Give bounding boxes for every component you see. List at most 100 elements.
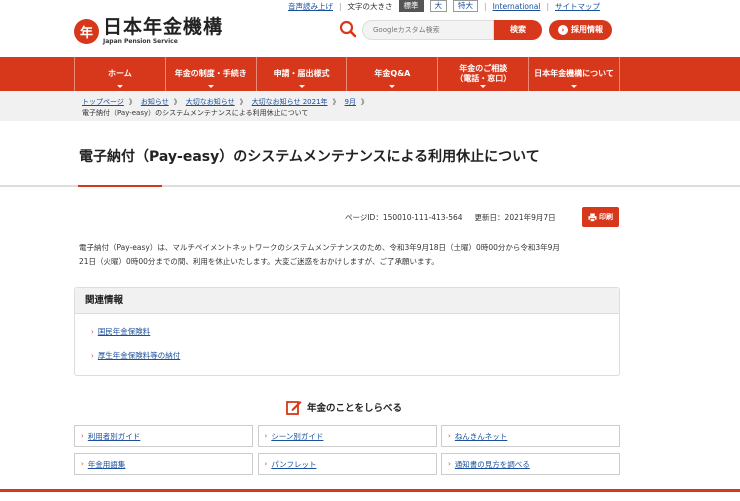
nav-item-home[interactable]: ホーム — [74, 57, 165, 91]
chevron-right-icon: › — [91, 327, 94, 336]
international-link[interactable]: International — [493, 2, 541, 11]
lookup-link-glossary[interactable]: › 年金用語集 — [74, 453, 253, 475]
breadcrumb: トップページ 》 お知らせ 》 大切なお知らせ 》 大切なお知らせ 2021年 … — [0, 91, 740, 121]
lookup-grid: › 利用者別ガイド › シーン別ガイド › ねんきんネット › 年金用語集 › パンフレッ… — [74, 425, 620, 475]
breadcrumb-current: 電子納付（Pay-easy）のシステムメンテナンスによる利用休止について — [82, 109, 309, 117]
print-button[interactable]: 印刷 — [582, 207, 619, 227]
caret-down-icon — [207, 85, 214, 88]
utility-divider: | — [546, 1, 549, 11]
logo-main-text: 日本年金機構 — [103, 16, 224, 38]
lookup-link-label: 年金用語集 — [87, 459, 126, 469]
global-nav: ホーム 年金の制度・手続き 申請・届出様式 年金Q&A 年金のご相談 （電話・窓… — [0, 57, 740, 91]
related-info-list: › 国民年金保険料 › 厚生年金保険料等の納付 — [75, 314, 619, 361]
related-link-employee-pension[interactable]: 厚生年金保険料等の納付 — [98, 350, 181, 361]
footer-accent-bar — [0, 489, 740, 492]
list-item: › 厚生年金保険料等の納付 — [91, 350, 619, 361]
updated-date: 更新日：2021年9月7日 — [474, 213, 556, 222]
logo-text: 日本年金機構 Japan Pension Service — [103, 17, 223, 45]
nav-item-label-line2: （電話・窓口） — [455, 74, 512, 83]
nav-item-about[interactable]: 日本年金機構について — [528, 57, 620, 91]
font-size-label: 文字の大きさ — [347, 1, 393, 11]
breadcrumb-separator: 》 — [239, 98, 247, 106]
lookup-link-label: 通知書の見方を調べる — [454, 459, 530, 469]
recruit-button[interactable]: › 採用情報 — [549, 20, 612, 40]
body-line: 21日（火曜）0時00分までの間、利用を休止いたします。大変ご迷惑をおかけします… — [79, 257, 439, 266]
page-title: 電子納付（Pay-easy）のシステムメンテナンスによる利用休止について — [79, 149, 540, 165]
breadcrumb-item-important-2021[interactable]: 大切なお知らせ 2021年 — [252, 97, 328, 107]
nav-item-system[interactable]: 年金の制度・手続き — [164, 57, 256, 91]
caret-down-icon — [389, 85, 396, 88]
caret-down-icon — [480, 85, 487, 88]
related-info-heading: 関連情報 — [75, 288, 619, 314]
breadcrumb-item-september[interactable]: 9月 — [345, 97, 356, 107]
caret-down-icon — [298, 85, 305, 88]
printer-icon — [588, 212, 597, 222]
breadcrumb-item-important[interactable]: 大切なお知らせ — [186, 97, 235, 107]
lookup-link-label: 利用者別ガイド — [87, 431, 141, 441]
nav-item-label: 年金の制度・手続き — [174, 69, 247, 78]
recruit-button-label: 採用情報 — [571, 25, 603, 34]
global-nav-items: ホーム 年金の制度・手続き 申請・届出様式 年金Q&A 年金のご相談 （電話・窓… — [74, 57, 620, 91]
title-divider-accent — [78, 185, 162, 187]
lookup-heading-text: 年金のことをしらべる — [307, 403, 403, 414]
nav-item-consultation[interactable]: 年金のご相談 （電話・窓口） — [437, 57, 528, 91]
page-meta: ページID：150010-111-413-564 更新日：2021年9月7日 — [345, 212, 556, 223]
nav-item-label: ホーム — [108, 69, 132, 78]
lookup-link-scene-guide[interactable]: › シーン別ガイド — [257, 425, 437, 447]
font-size-large-button[interactable]: 大 — [429, 0, 448, 12]
nav-item-label: 年金のご相談 — [459, 64, 508, 73]
chevron-right-icon: › — [558, 25, 568, 35]
chevron-right-icon: › — [264, 460, 268, 468]
lookup-link-label: ねんきんネット — [454, 431, 508, 441]
nav-item-qa[interactable]: 年金Q&A — [346, 57, 437, 91]
breadcrumb-separator: 》 — [128, 98, 136, 106]
logo-mark-icon: 年 — [74, 18, 99, 44]
breadcrumb-separator: 》 — [361, 98, 368, 106]
nav-item-label: 日本年金機構について — [534, 69, 614, 78]
chevron-right-icon: › — [81, 432, 84, 440]
font-size-xlarge-button[interactable]: 特大 — [453, 0, 479, 12]
body-line: 電子納付（Pay-easy）は、マルチペイメントネットワークのシステムメンテナン… — [79, 243, 560, 252]
utility-divider: | — [339, 1, 342, 11]
related-info-box: 関連情報 › 国民年金保険料 › 厚生年金保険料等の納付 — [74, 287, 620, 376]
read-aloud-link[interactable]: 音声読み上げ — [288, 1, 333, 12]
lookup-link-label: シーン別ガイド — [271, 431, 324, 441]
lookup-link-nenkin-net[interactable]: › ねんきんネット — [441, 425, 620, 447]
search-icon — [339, 20, 357, 38]
lookup-link-notice-guide[interactable]: › 通知書の見方を調べる — [441, 453, 620, 475]
lookup-link-label: パンフレット — [271, 459, 317, 469]
page-id: ページID：150010-111-413-564 — [345, 213, 463, 222]
print-button-label: 印刷 — [599, 213, 613, 221]
chevron-right-icon: › — [448, 460, 451, 468]
utility-divider: | — [484, 1, 487, 11]
breadcrumb-links: トップページ 》 お知らせ 》 大切なお知らせ 》 大切なお知らせ 2021年 … — [82, 97, 368, 107]
site-logo[interactable]: 年 日本年金機構 Japan Pension Service — [74, 17, 223, 45]
body-text: 電子納付（Pay-easy）は、マルチペイメントネットワークのシステムメンテナン… — [79, 241, 624, 269]
lookup-section-heading: 年金のことをしらべる — [286, 399, 402, 415]
chevron-right-icon: › — [81, 460, 84, 468]
breadcrumb-separator: 》 — [173, 98, 181, 106]
utility-bar: 音声読み上げ | 文字の大きさ 標準 大 特大 | International … — [288, 0, 600, 12]
breadcrumb-item-news[interactable]: お知らせ — [141, 97, 169, 107]
caret-down-icon — [116, 85, 123, 88]
chevron-right-icon: › — [91, 351, 94, 360]
nav-item-label: 年金Q&A — [374, 69, 411, 78]
nav-item-label: 申請・届出様式 — [273, 69, 330, 78]
caret-down-icon — [571, 85, 578, 88]
breadcrumb-separator: 》 — [332, 98, 340, 106]
related-link-national-pension[interactable]: 国民年金保険料 — [98, 326, 151, 337]
breadcrumb-item-top[interactable]: トップページ — [82, 97, 124, 107]
list-item: › 国民年金保険料 — [91, 326, 619, 337]
search-button[interactable]: 検索 — [494, 20, 542, 40]
title-divider — [0, 185, 740, 187]
logo-sub-text: Japan Pension Service — [103, 38, 178, 45]
lookup-link-user-guide[interactable]: › 利用者別ガイド — [74, 425, 253, 447]
pencil-icon — [286, 401, 302, 415]
chevron-right-icon: › — [448, 432, 451, 440]
font-size-standard-button[interactable]: 標準 — [398, 0, 424, 12]
sitemap-link[interactable]: サイトマップ — [555, 1, 600, 12]
search-input[interactable]: Googleカスタム検索 — [362, 20, 494, 40]
chevron-right-icon: › — [264, 432, 268, 440]
nav-item-forms[interactable]: 申請・届出様式 — [255, 57, 347, 91]
lookup-link-pamphlet[interactable]: › パンフレット — [257, 453, 437, 475]
